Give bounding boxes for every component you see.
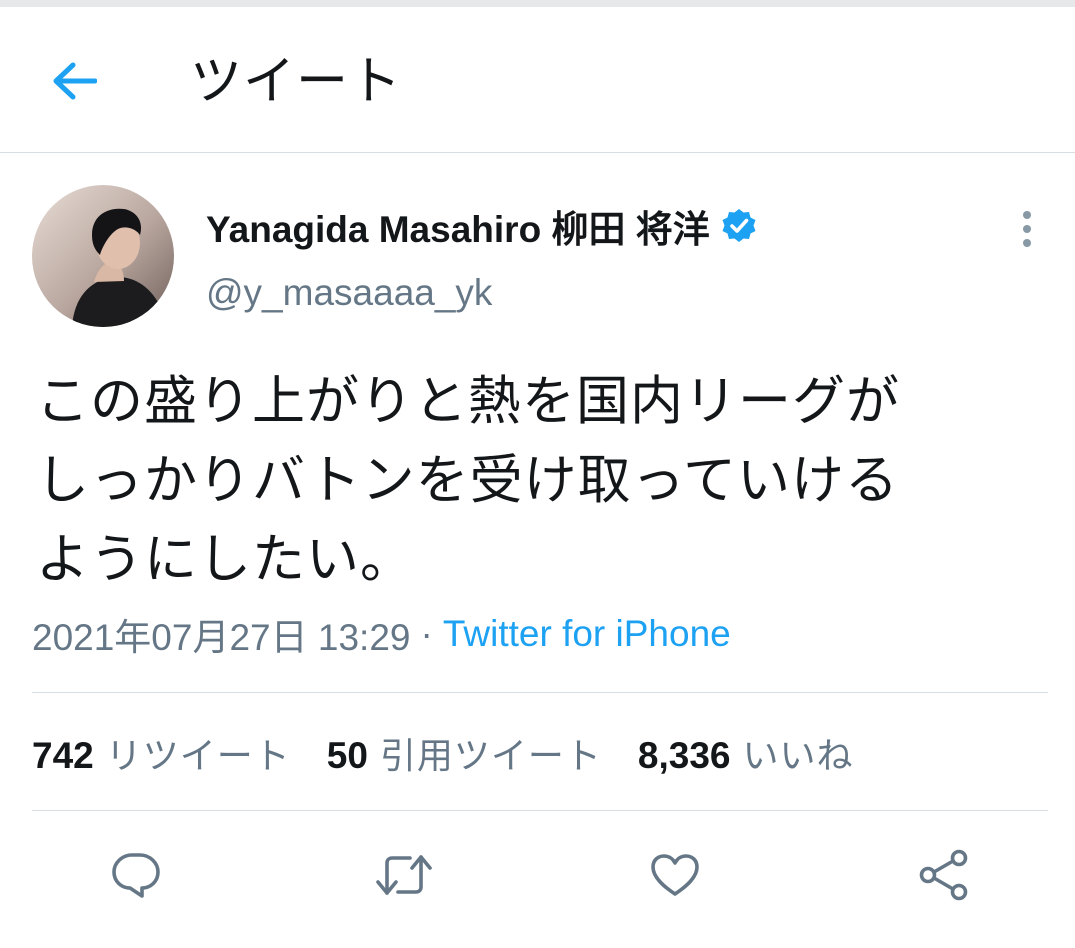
verified-badge-icon [720,207,758,245]
tweet-text: この盛り上がりと熱を国内リーグが しっかりバトンを受け取っていける ようにしたい… [36,371,900,590]
status-strip [0,0,1075,7]
share-icon [919,849,968,901]
likes-label: いいね [742,736,854,777]
more-options-button[interactable] [1005,205,1049,253]
more-vertical-icon [1023,211,1031,247]
source-link[interactable]: Twitter for iPhone [443,613,731,655]
timestamp[interactable]: 2021年07月27日 13:29 [32,607,411,661]
heart-icon [651,854,699,896]
likes-stat[interactable]: 8,336 いいね [638,727,854,779]
reply-button[interactable] [106,845,166,905]
tweet-meta: 2021年07月27日 13:29 · Twitter for iPhone [32,606,731,662]
reply-icon [112,853,160,898]
quotes-stat[interactable]: 50 引用ツイート [327,727,602,779]
arrow-left-icon [53,62,97,100]
back-button[interactable] [44,51,104,111]
retweet-button[interactable] [374,845,434,905]
likes-count: 8,336 [637,735,731,776]
app-header: ツイート [0,7,1075,153]
quotes-label: 引用ツイート [379,736,602,777]
quotes-count: 50 [326,735,368,776]
retweet-icon [376,855,432,895]
author-row: Yanagida Masahiro 柳田 将洋 [206,198,758,254]
page-title: ツイート [190,52,403,112]
divider [32,692,1048,693]
display-name[interactable]: Yanagida Masahiro 柳田 将洋 [206,199,710,253]
share-button[interactable] [914,845,974,905]
engagement-stats: 742 リツイート 50 引用ツイート 8,336 いいね [32,722,890,784]
like-button[interactable] [645,845,705,905]
avatar[interactable] [32,185,174,327]
divider [32,810,1048,811]
meta-separator: · [420,613,433,654]
retweets-count: 742 [32,735,94,776]
user-handle[interactable]: @y_masaaaa_yk [206,268,492,318]
retweets-label: リツイート [105,736,291,777]
retweets-stat[interactable]: 742 リツイート [32,727,291,779]
